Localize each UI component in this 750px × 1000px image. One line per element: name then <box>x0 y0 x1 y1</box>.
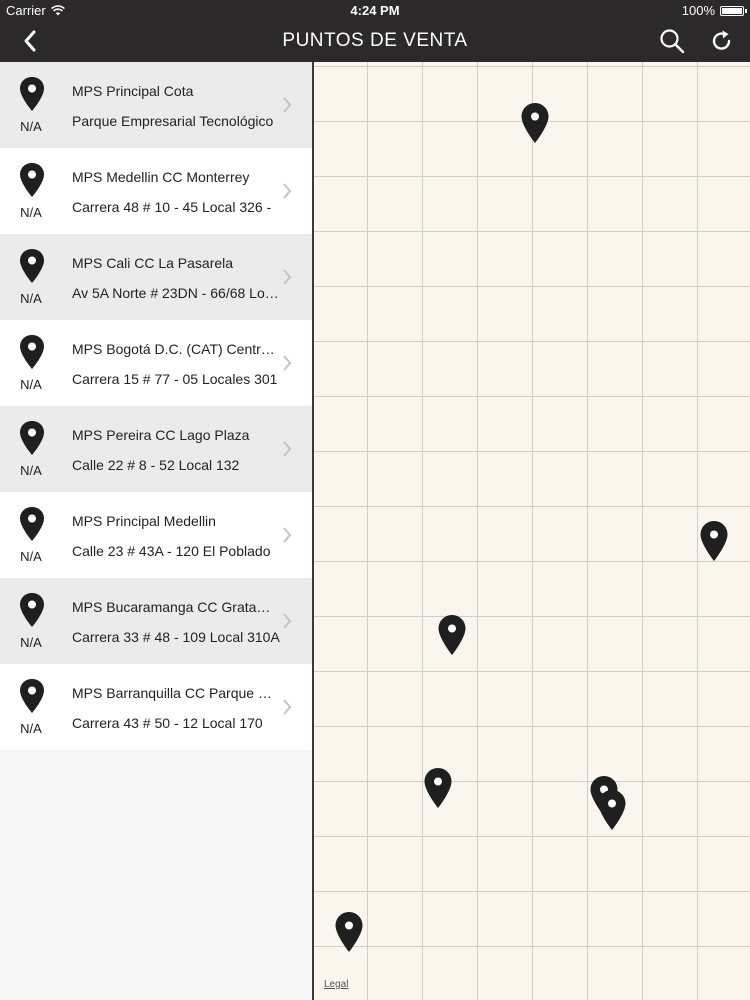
store-row[interactable]: N/A MPS Cali CC La Pasarela Av 5A Norte … <box>0 234 312 320</box>
store-distance: N/A <box>20 721 42 736</box>
battery-icon <box>720 5 747 16</box>
chevron-right-icon <box>283 699 292 715</box>
store-row[interactable]: N/A MPS Principal Medellin Calle 23 # 43… <box>0 492 312 578</box>
store-name: MPS Cali CC La Pasarela <box>72 255 234 271</box>
legal-link[interactable]: Legal <box>324 979 348 990</box>
store-address: Av 5A Norte # 23DN - 66/68 Local <box>72 285 282 301</box>
store-address: Parque Empresarial Tecnológico <box>72 113 274 129</box>
store-row[interactable]: N/A MPS Pereira CC Lago Plaza Calle 22 #… <box>0 406 312 492</box>
store-name: MPS Medellin CC Monterrey <box>72 169 250 185</box>
store-distance: N/A <box>20 377 42 392</box>
battery-percent: 100% <box>681 3 715 18</box>
store-distance: N/A <box>20 635 42 650</box>
map-pin-icon <box>20 679 44 713</box>
store-distance: N/A <box>20 119 42 134</box>
map-marker[interactable] <box>520 102 550 144</box>
map-marker[interactable] <box>437 614 467 656</box>
refresh-button[interactable] <box>706 26 738 56</box>
store-address: Carrera 33 # 48 - 109 Local 310A <box>72 629 280 645</box>
map-marker[interactable] <box>334 911 364 953</box>
map-view[interactable]: Legal <box>314 62 750 1000</box>
store-address: Carrera 48 # 10 - 45 Local 326 - <box>72 199 272 215</box>
chevron-right-icon <box>283 527 292 543</box>
search-button[interactable] <box>656 26 688 56</box>
store-address: Carrera 15 # 77 - 05 Locales 301 <box>72 371 278 387</box>
search-icon <box>660 29 685 54</box>
store-distance: N/A <box>20 291 42 306</box>
store-name: MPS Bogotá D.C. (CAT) Centro Andino <box>72 341 282 357</box>
map-marker[interactable] <box>699 520 729 562</box>
map-marker[interactable] <box>423 767 453 809</box>
map-pin-icon <box>20 335 44 369</box>
chevron-right-icon <box>283 355 292 371</box>
store-distance: N/A <box>20 205 42 220</box>
map-pin-icon <box>20 77 44 111</box>
store-row[interactable]: N/A MPS Barranquilla CC Parque Central C… <box>0 664 312 750</box>
map-pin-icon <box>20 249 44 283</box>
store-address: Calle 23 # 43A - 120 El Poblado <box>72 543 271 559</box>
store-list: N/A MPS Principal Cota Parque Empresaria… <box>0 62 312 1000</box>
store-name: MPS Pereira CC Lago Plaza <box>72 427 250 443</box>
store-name: MPS Principal Medellin <box>72 513 216 529</box>
store-row[interactable]: N/A MPS Medellin CC Monterrey Carrera 48… <box>0 148 312 234</box>
map-pin-icon <box>20 507 44 541</box>
store-row[interactable]: N/A MPS Bogotá D.C. (CAT) Centro Andino … <box>0 320 312 406</box>
map-pin-icon <box>20 593 44 627</box>
store-distance: N/A <box>20 549 42 564</box>
store-row[interactable]: N/A MPS Principal Cota Parque Empresaria… <box>0 62 312 148</box>
map-pin-icon <box>20 421 44 455</box>
chevron-right-icon <box>283 269 292 285</box>
map-marker[interactable] <box>597 789 627 831</box>
chevron-right-icon <box>283 183 292 199</box>
store-name: MPS Bucaramanga CC Gratamira <box>72 599 282 615</box>
status-bar: Carrier 4:24 PM 100% <box>0 0 750 20</box>
navigation-bar: PUNTOS DE VENTA <box>0 20 750 62</box>
store-name: MPS Barranquilla CC Parque Central <box>72 685 282 701</box>
store-name: MPS Principal Cota <box>72 83 194 99</box>
store-distance: N/A <box>20 463 42 478</box>
store-address: Carrera 43 # 50 - 12 Local 170 <box>72 715 263 731</box>
refresh-icon <box>712 30 731 50</box>
map-pin-icon <box>20 163 44 197</box>
status-time: 4:24 PM <box>350 3 400 18</box>
page-title: PUNTOS DE VENTA <box>282 30 468 51</box>
chevron-right-icon <box>283 613 292 629</box>
store-row[interactable]: N/A MPS Bucaramanga CC Gratamira Carrera… <box>0 578 312 664</box>
store-address: Calle 22 # 8 - 52 Local 132 <box>72 457 240 473</box>
chevron-right-icon <box>283 441 292 457</box>
battery-indicator: 100% <box>681 3 747 18</box>
chevron-right-icon <box>283 97 292 113</box>
